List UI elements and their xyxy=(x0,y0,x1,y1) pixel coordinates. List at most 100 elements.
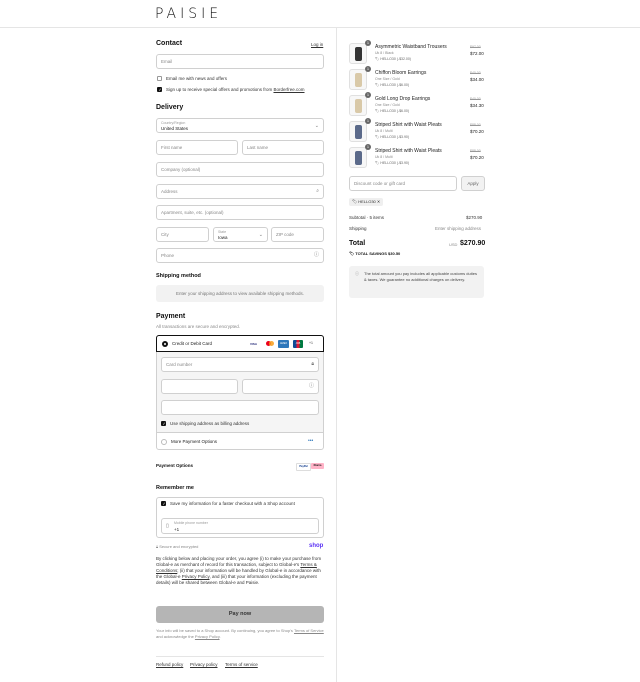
help-icon[interactable]: ⓘ xyxy=(309,384,314,389)
currency-label: USD xyxy=(449,242,458,247)
shop-privacy-link[interactable]: Privacy Policy xyxy=(195,634,220,639)
product-thumbnail xyxy=(349,147,367,168)
amex-icon: AMEX xyxy=(278,340,289,348)
product-discount: 🏷︎ HELLO30 (-$3.90) xyxy=(375,135,409,139)
product-discount: 🏷︎ HELLO30 (-$3.90) xyxy=(375,161,409,165)
mobile-label: Mobile phone number xyxy=(174,521,208,525)
quantity-badge: 1 xyxy=(365,92,371,98)
name-on-card-field[interactable] xyxy=(161,400,319,415)
product-variant: One Size / Gold xyxy=(375,103,400,107)
subtotal-value: $270.90 xyxy=(466,215,483,220)
more-options-row[interactable]: More Payment Options ••• xyxy=(156,432,324,451)
total-value: $270.90 xyxy=(460,240,486,247)
product-price: $34.30 xyxy=(470,103,484,108)
privacy-policy-link[interactable]: Privacy policy xyxy=(190,662,218,667)
phone-placeholder: Phone xyxy=(161,253,175,258)
product-price: $70.20 xyxy=(470,129,484,134)
billing-checkbox[interactable] xyxy=(161,421,166,426)
more-options-radio[interactable] xyxy=(161,439,167,445)
state-select[interactable]: State Iowa ⌄ xyxy=(213,227,268,242)
sms-checkbox[interactable] xyxy=(157,87,162,92)
login-link[interactable]: Log in xyxy=(311,42,323,47)
discount-tag-code: HELLO30 xyxy=(358,199,376,204)
apply-button[interactable]: Apply xyxy=(461,176,485,191)
header: PAISIE xyxy=(0,0,640,28)
terms-of-service-link[interactable]: Terms of service xyxy=(225,662,258,667)
mobile-icon: ▯ xyxy=(166,523,169,529)
card-option[interactable]: Credit or Debit Card VISA AMEX JCB +1 xyxy=(156,335,324,352)
discount-code-field[interactable]: Discount code or gift card xyxy=(349,176,457,191)
email-news-checkbox[interactable] xyxy=(157,76,162,81)
card-radio[interactable] xyxy=(162,341,168,347)
remove-discount-icon[interactable]: ✕ xyxy=(377,199,380,204)
product-price: $70.20 xyxy=(470,155,484,160)
country-select[interactable]: Country/Region United States ⌄ xyxy=(156,118,324,133)
company-field[interactable]: Company (optional) xyxy=(156,162,324,177)
product-old-price: $88.00 xyxy=(470,123,481,127)
product-discount-text: HELLO30 (-$6.00) xyxy=(380,109,410,113)
product-discount-text: HELLO30 (-$3.90) xyxy=(380,161,410,165)
product-old-price: $88.00 xyxy=(470,149,481,153)
help-icon[interactable]: ⓘ xyxy=(314,253,319,258)
savings-value: $30.50 xyxy=(388,251,401,256)
sms-label-link[interactable]: Borderfree.com xyxy=(273,87,304,92)
save-info-label: Save my information for a faster checkou… xyxy=(170,501,295,506)
email-news-label: Email me with news and offers xyxy=(166,76,227,81)
product-variant: One Size / Gold xyxy=(375,77,400,81)
card-option-label: Credit or Debit Card xyxy=(172,341,213,346)
product-name: Asymmetric Waistband Trousers xyxy=(375,44,447,50)
mastercard-icon xyxy=(265,341,275,347)
product-variant: Uk 8 / Multi xyxy=(375,155,393,159)
subtotal-label: Subtotal · 5 items xyxy=(349,215,385,220)
phone-field[interactable]: Phone ⓘ xyxy=(156,248,324,263)
product-price: $34.00 xyxy=(470,77,484,82)
city-field[interactable]: City xyxy=(156,227,209,242)
pay-now-button[interactable]: Pay now xyxy=(156,606,324,623)
product-discount-text: HELLO30 (-$6.00) xyxy=(380,83,410,87)
zip-field[interactable]: ZIP code xyxy=(271,227,324,242)
product-discount: 🏷︎ HELLO30 (-$32.00) xyxy=(375,57,411,61)
brand-logo[interactable]: PAISIE xyxy=(155,6,222,22)
product-discount-text: HELLO30 (-$3.90) xyxy=(380,135,410,139)
email-field[interactable]: Email xyxy=(156,54,324,69)
shipping-label: Shipping xyxy=(349,226,367,231)
product-old-price: $40.00 xyxy=(470,97,481,101)
product-thumbnail xyxy=(349,43,367,64)
mobile-field[interactable]: ▯ Mobile phone number +1 xyxy=(161,518,319,534)
quantity-badge: 1 xyxy=(365,118,371,124)
chevron-down-icon: ⌄ xyxy=(258,232,263,238)
save-info-checkbox[interactable] xyxy=(161,501,166,506)
jcb-icon: JCB xyxy=(293,340,303,348)
chevron-down-icon: ⌄ xyxy=(314,123,319,129)
sms-label: Sign up to receive special offers and pr… xyxy=(166,87,305,92)
security-code-field[interactable]: ⓘ xyxy=(242,379,319,394)
column-divider xyxy=(336,27,337,682)
shop-tos-link[interactable]: Terms of Service xyxy=(294,628,324,633)
expiration-field[interactable] xyxy=(161,379,238,394)
shop-logo: shop xyxy=(309,543,324,549)
footer-divider xyxy=(156,656,324,657)
product-discount: 🏷︎ HELLO30 (-$6.00) xyxy=(375,109,409,113)
secure-label: 🔒︎ Secure and encrypted xyxy=(156,544,198,549)
visa-icon: VISA xyxy=(250,342,258,346)
card-number-placeholder: Card number xyxy=(166,362,193,367)
more-icon: ••• xyxy=(308,438,314,444)
refund-policy-link[interactable]: Refund policy xyxy=(156,662,183,667)
billing-label: Use shipping address as billing address xyxy=(170,421,250,426)
first-name-field[interactable]: First name xyxy=(156,140,238,155)
product-thumbnail xyxy=(349,95,367,116)
card-number-field[interactable]: Card number 🔒︎ xyxy=(161,357,319,372)
shipping-message: Enter your shipping address to view avai… xyxy=(175,291,305,296)
quantity-badge: 1 xyxy=(365,40,371,46)
product-variant: Uk 8 / Multi xyxy=(375,129,393,133)
last-name-field[interactable]: Last name xyxy=(242,140,324,155)
sms-label-text: Sign up to receive special offers and pr… xyxy=(166,87,274,92)
product-discount-text: HELLO30 (-$32.00) xyxy=(380,57,411,61)
privacy-link[interactable]: Privacy Policy xyxy=(182,574,210,579)
product-price: $72.00 xyxy=(470,51,484,56)
klarna-icon: Klarna xyxy=(311,463,324,469)
duties-note: The total amount you pay includes all ap… xyxy=(364,271,477,282)
legal-text-1: By clicking below and placing your order… xyxy=(156,556,322,567)
apartment-field[interactable]: Apartment, suite, etc. (optional) xyxy=(156,205,324,220)
address-field[interactable]: Address ⌕ xyxy=(156,184,324,199)
